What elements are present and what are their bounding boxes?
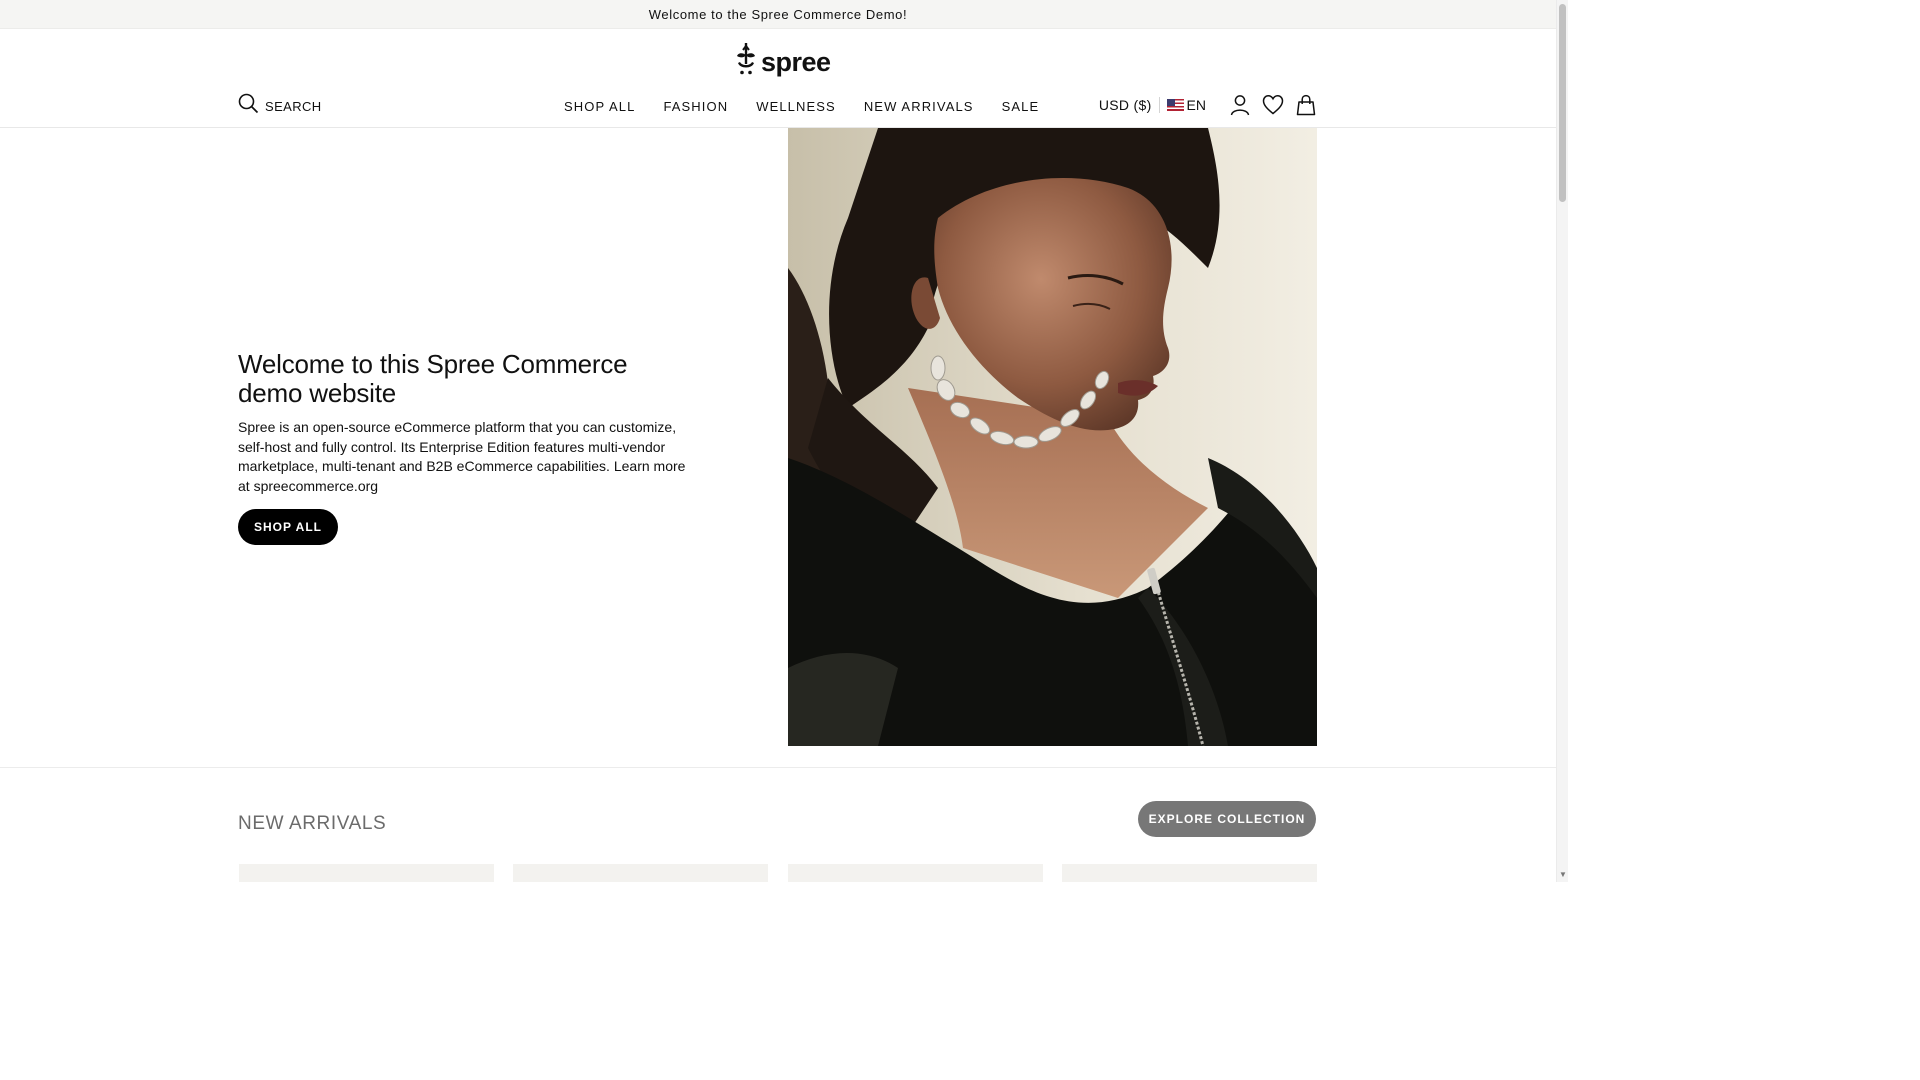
page: Welcome to the Spree Commerce Demo! spre… [0,0,1568,882]
announcement-text: Welcome to the Spree Commerce Demo! [648,6,908,22]
hero-title: Welcome to this Spree Commerce demo webs… [238,349,628,408]
hero-shop-all-button[interactable]: SHOP ALL [238,509,339,545]
currency-selector[interactable]: USD ($) [1099,97,1160,113]
language-selector[interactable]: EN [1166,97,1206,113]
user-icon[interactable] [1229,94,1251,116]
main-nav: SHOP ALL FASHION WELLNESS NEW ARRIVALS S… [564,96,1039,116]
bag-icon[interactable] [1295,94,1317,116]
section-divider [0,767,1556,768]
nav-shop-all[interactable]: SHOP ALL [564,99,635,114]
nav-wellness[interactable]: WELLNESS [756,99,836,114]
product-card[interactable] [788,864,1043,882]
explore-collection-button[interactable]: EXPLORE COLLECTION [1138,801,1316,837]
logo[interactable]: spree [734,42,831,81]
product-card[interactable] [1062,864,1317,882]
nav-sale[interactable]: SALE [1002,99,1040,114]
nav-new-arrivals[interactable]: NEW ARRIVALS [864,99,974,114]
search-label: SEARCH [265,98,322,114]
product-card[interactable] [239,864,494,882]
language-label: EN [1186,97,1206,113]
spree-sprout-icon [734,42,758,81]
announcement-bar: Welcome to the Spree Commerce Demo! [0,0,1556,29]
search-button[interactable]: SEARCH [238,93,322,119]
logo-text: spree [761,46,831,77]
hero-description: Spree is an open-source eCommerce platfo… [238,419,686,494]
nav-fashion[interactable]: FASHION [663,99,728,114]
hero-content: Welcome to this Spree Commerce demo webs… [238,350,688,545]
page-scrollbar[interactable]: ▼ [1556,0,1568,882]
header-divider [0,127,1556,128]
heart-icon[interactable] [1262,94,1284,116]
new-arrivals-title: NEW ARRIVALS [238,813,387,834]
flag-us-icon [1166,99,1184,111]
product-card[interactable] [513,864,768,882]
scroll-down-arrow-icon[interactable]: ▼ [1558,870,1568,880]
header-utilities: USD ($) EN [1099,92,1317,118]
search-icon [238,93,259,119]
hero-image [788,128,1317,746]
scrollbar-thumb[interactable] [1559,4,1566,202]
